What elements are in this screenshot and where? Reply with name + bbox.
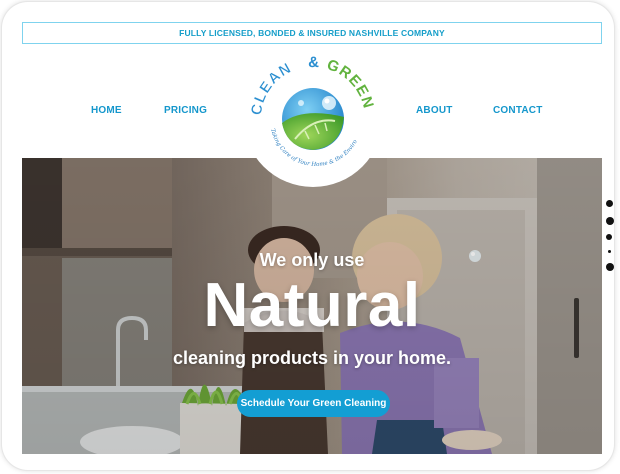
site-logo[interactable]: CLEAN & GREEN Taking Care of Your Home &…	[243, 47, 383, 187]
device-frame: FULLY LICENSED, BONDED & INSURED NASHVIL…	[2, 2, 614, 470]
pagination-dot[interactable]	[606, 263, 614, 271]
hero-pre-heading: We only use	[259, 250, 365, 270]
browser-screen: FULLY LICENSED, BONDED & INSURED NASHVIL…	[22, 22, 602, 454]
schedule-cleaning-button[interactable]: Schedule Your Green Cleaning	[237, 390, 390, 417]
hero-subheading: cleaning products in your home.	[172, 348, 452, 368]
nav-about-link[interactable]: ABOUT	[416, 105, 453, 116]
top-banner: FULLY LICENSED, BONDED & INSURED NASHVIL…	[22, 22, 602, 44]
nav-pricing-link[interactable]: PRICING	[164, 105, 207, 116]
pagination-dot[interactable]	[606, 217, 614, 225]
svg-text:&: &	[308, 54, 319, 71]
hero-main-heading: Natural	[203, 271, 421, 340]
pagination-dots	[606, 200, 614, 275]
pagination-dot[interactable]	[608, 250, 611, 253]
nav-contact-link[interactable]: CONTACT	[493, 105, 543, 116]
earth-leaf-logo-icon: CLEAN & GREEN Taking Care of Your Home &…	[243, 47, 376, 168]
nav-home-link[interactable]: HOME	[91, 105, 122, 116]
hero-section: We only use Natural cleaning products in…	[22, 158, 602, 454]
pagination-dot[interactable]	[606, 234, 612, 240]
pagination-dot[interactable]	[606, 200, 613, 207]
logo-ampersand: &	[308, 54, 319, 71]
top-banner-text: FULLY LICENSED, BONDED & INSURED NASHVIL…	[179, 28, 445, 38]
